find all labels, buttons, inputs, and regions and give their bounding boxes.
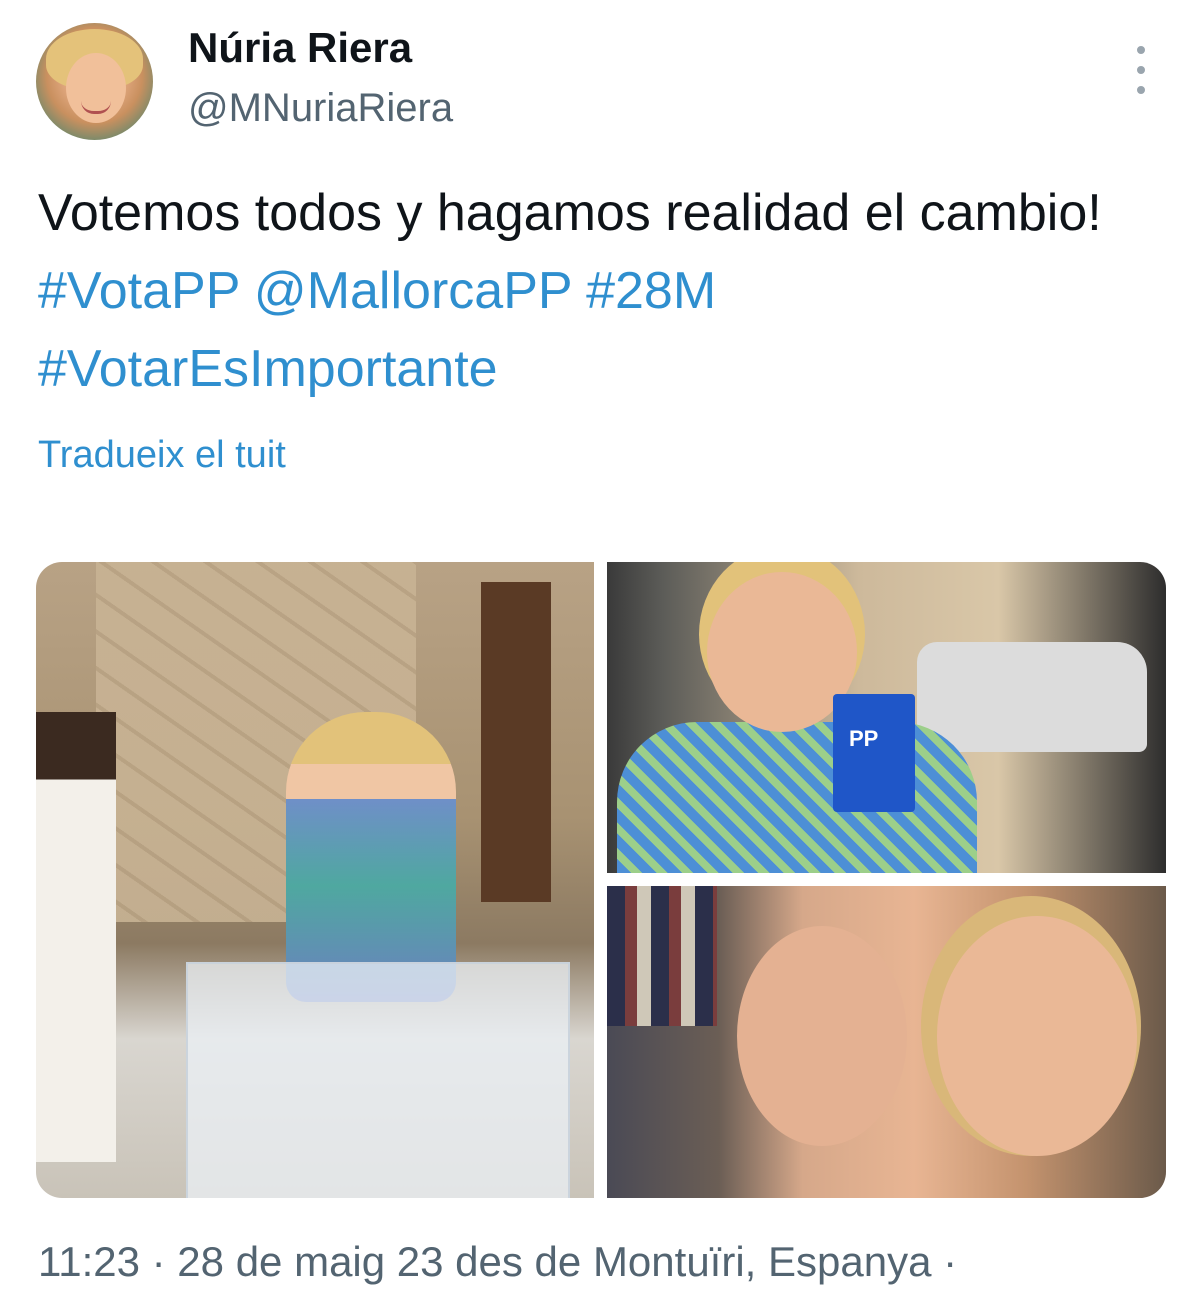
poll-worker — [36, 712, 116, 1162]
pp-badge-card: PP — [833, 694, 915, 812]
media-grid: PP — [36, 562, 1166, 1198]
more-vertical-icon — [1137, 46, 1145, 54]
hashtag-link[interactable]: #VotarEsImportante — [38, 340, 498, 398]
author-handle[interactable]: @MNuriaRiera — [188, 86, 453, 131]
hashtag-link[interactable]: #VotaPP — [38, 262, 239, 320]
photo-voting[interactable] — [36, 562, 594, 1198]
ballot-box — [186, 962, 570, 1198]
tweet-text-plain: Votemos todos y hagamos realidad el camb… — [38, 184, 1102, 242]
tweet-text: Votemos todos y hagamos realidad el camb… — [38, 174, 1158, 408]
selfie-face-left — [737, 926, 907, 1146]
white-van — [917, 642, 1147, 752]
photo-two-women-selfie[interactable] — [607, 886, 1166, 1198]
bookshelf — [607, 886, 717, 1026]
selfie-face-right — [937, 916, 1137, 1156]
more-vertical-icon — [1137, 66, 1145, 74]
avatar[interactable] — [36, 23, 153, 140]
voter-person — [286, 712, 456, 1002]
hashtag-link[interactable]: #28M — [586, 262, 716, 320]
more-options-button[interactable] — [1124, 46, 1158, 94]
tweet-timestamp[interactable]: 11:23 · 28 de maig 23 des de Montuïri, E… — [38, 1238, 957, 1286]
patterned-shirt — [617, 722, 977, 873]
photo-car-selfie[interactable]: PP — [607, 562, 1166, 873]
pp-badge-text: PP — [849, 726, 879, 751]
author-display-name[interactable]: Núria Riera — [188, 24, 412, 72]
more-vertical-icon — [1137, 86, 1145, 94]
wooden-door — [481, 582, 551, 902]
mention-link[interactable]: @MallorcaPP — [254, 262, 572, 320]
translate-tweet-link[interactable]: Tradueix el tuit — [38, 434, 286, 477]
